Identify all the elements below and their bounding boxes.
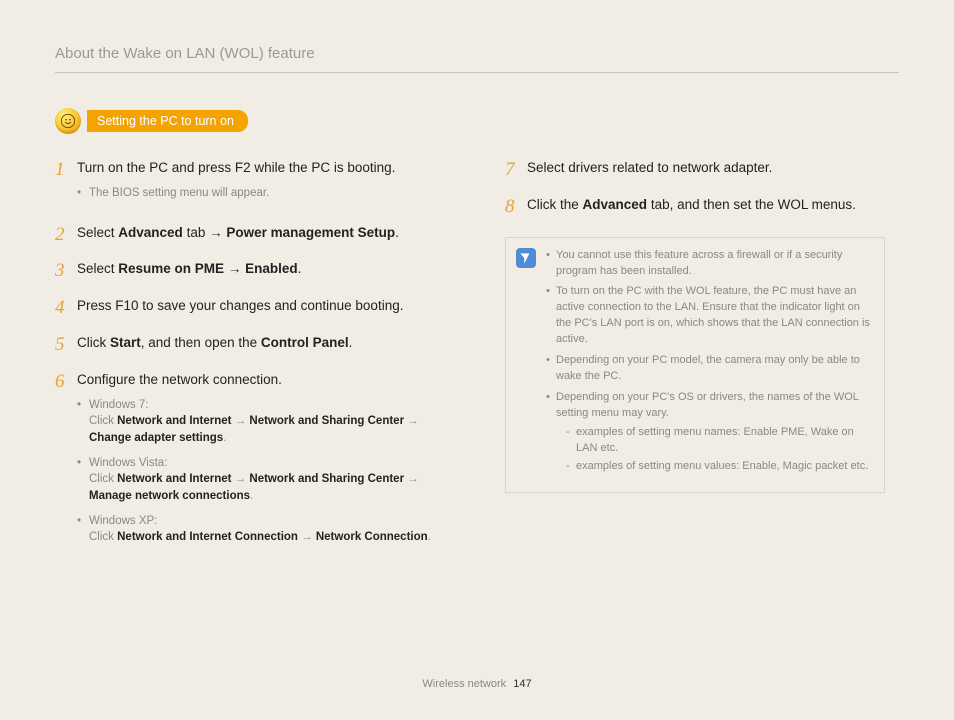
step-subitem: • Windows Vista:Click Network and Intern… [77, 455, 455, 505]
note-subitem: -examples of setting menu values: Enable… [566, 459, 872, 475]
step-number: 8 [505, 196, 527, 219]
step-text: Click the Advanced tab, and then set the… [527, 196, 856, 219]
page-title: About the Wake on LAN (WOL) feature [55, 45, 899, 73]
step-text: Select drivers related to network adapte… [527, 159, 772, 182]
step-number: 2 [55, 224, 77, 247]
step-1: 1 Turn on the PC and press F2 while the … [55, 159, 455, 210]
step-2: 2 Select Advanced tab → Power management… [55, 224, 455, 247]
step-subitem: • Windows 7:Click Network and Internet →… [77, 397, 455, 447]
right-column: 7 Select drivers related to network adap… [505, 159, 885, 568]
note-item: •Depending on your PC model, the camera … [546, 353, 872, 385]
step-text: Configure the network connection. [77, 371, 455, 390]
step-number: 6 [55, 371, 77, 554]
note-icon [516, 248, 536, 268]
step-3: 3 Select Resume on PME → Enabled. [55, 260, 455, 283]
note-item: •You cannot use this feature across a fi… [546, 248, 872, 280]
step-6: 6 Configure the network connection. • Wi… [55, 371, 455, 554]
note-box: •You cannot use this feature across a fi… [505, 237, 885, 493]
note-item: •To turn on the PC with the WOL feature,… [546, 284, 872, 348]
step-subitem: • The BIOS setting menu will appear. [77, 185, 395, 202]
step-number: 7 [505, 159, 527, 182]
step-7: 7 Select drivers related to network adap… [505, 159, 885, 182]
step-subitem: • Windows XP:Click Network and Internet … [77, 513, 455, 546]
step-number: 5 [55, 334, 77, 357]
step-text: Press F10 to save your changes and conti… [77, 297, 403, 320]
step-4: 4 Press F10 to save your changes and con… [55, 297, 455, 320]
section-header: Setting the PC to turn on [55, 108, 899, 134]
smiley-icon [55, 108, 81, 134]
step-number: 4 [55, 297, 77, 320]
step-number: 1 [55, 159, 77, 210]
step-text: Click Start, and then open the Control P… [77, 334, 352, 357]
step-text: Select Resume on PME → Enabled. [77, 260, 301, 283]
step-text: Turn on the PC and press F2 while the PC… [77, 159, 395, 178]
step-text: Select Advanced tab → Power management S… [77, 224, 399, 247]
step-number: 3 [55, 260, 77, 283]
page-number: 147 [513, 678, 531, 690]
step-8: 8 Click the Advanced tab, and then set t… [505, 196, 885, 219]
note-subitem: -examples of setting menu names: Enable … [566, 425, 872, 457]
step-5: 5 Click Start, and then open the Control… [55, 334, 455, 357]
page-footer: Wireless network 147 [0, 678, 954, 690]
left-column: 1 Turn on the PC and press F2 while the … [55, 159, 455, 568]
footer-section: Wireless network [422, 678, 506, 690]
note-item: • Depending on your PC's OS or drivers, … [546, 390, 872, 477]
section-heading: Setting the PC to turn on [87, 110, 248, 132]
